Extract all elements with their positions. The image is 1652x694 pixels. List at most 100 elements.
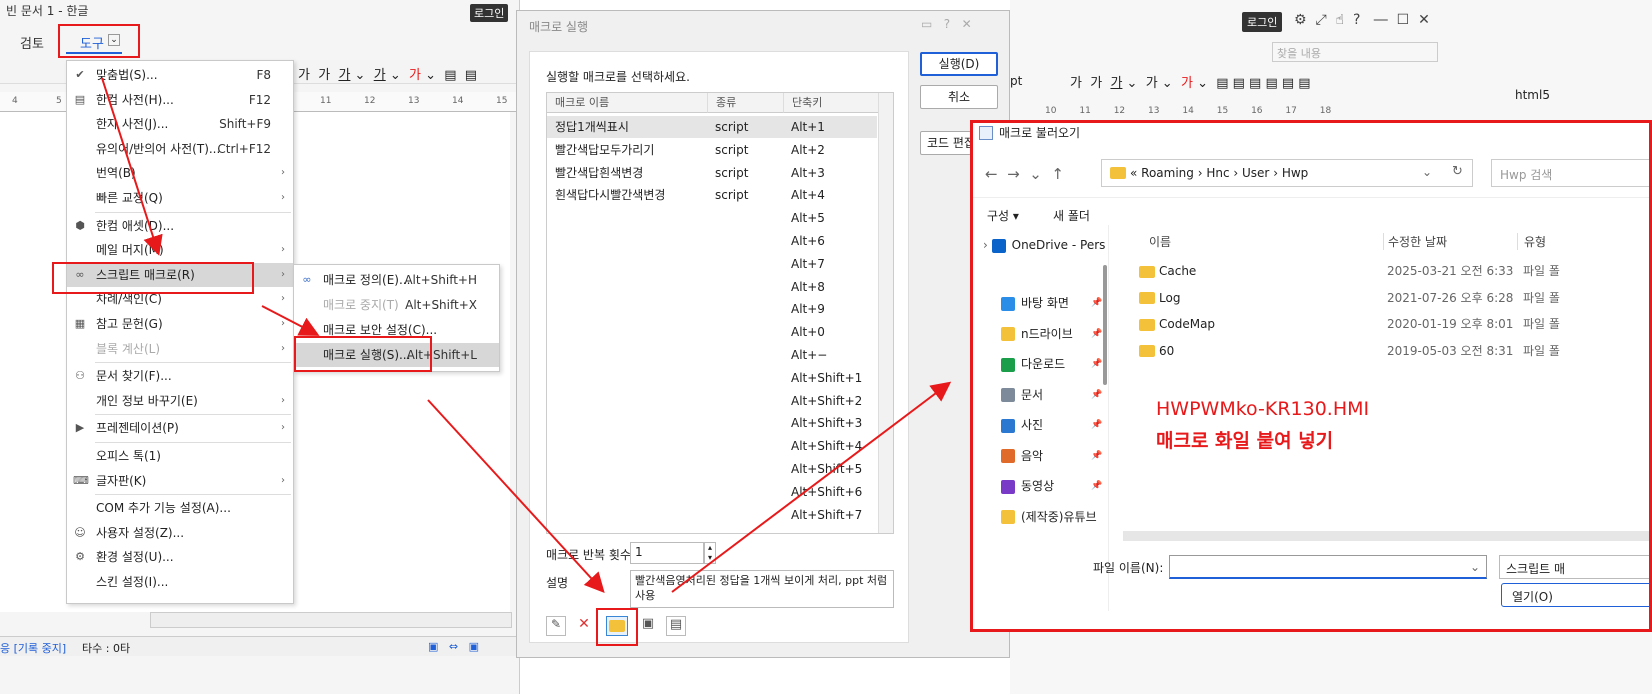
horizontal-scrollbar[interactable] — [150, 612, 512, 628]
menu-item-label: 번역(B) — [96, 166, 136, 181]
tab-review[interactable]: 검토 — [20, 33, 44, 52]
macro-row[interactable]: Alt+0 — [547, 321, 877, 343]
open-folder-icon[interactable] — [606, 616, 628, 636]
menu-item-4[interactable]: 번역(B) › — [67, 161, 293, 185]
macro-row[interactable]: Alt+6 — [547, 230, 877, 252]
macro-row[interactable]: Alt+5 — [547, 207, 877, 229]
macro-list-scrollbar[interactable] — [878, 93, 893, 533]
macro-row[interactable]: Alt+Shift+3 — [547, 412, 877, 434]
menu-item-7[interactable]: 메일 머지(M) › — [67, 238, 293, 262]
column-header-name[interactable]: 매크로 이름 — [547, 93, 707, 113]
menu-item-12[interactable]: ⚇ 문서 찾기(F)... — [67, 364, 293, 388]
menu-item-label: 메일 머지(M) — [96, 243, 164, 258]
dialog-window-controls[interactable]: ▭ ? ✕ — [921, 17, 972, 31]
macro-key-cell: Alt+Shift+2 — [791, 393, 863, 408]
text-style-buttons[interactable]: 가 가 가 ⌄ 가 ⌄ 가 ⌄ ▤ ▤ — [298, 64, 477, 83]
macro-row[interactable]: 흰색답다시빨간색변경 script Alt+4 — [547, 184, 877, 206]
app-title: 빈 문서 1 - 한글 — [6, 4, 89, 18]
menu-item-label: 스킨 설정(I)... — [96, 575, 169, 589]
macro-row[interactable]: Alt+− — [547, 344, 877, 366]
menu-item-5[interactable]: 빠른 교정(Q) › — [67, 186, 293, 210]
repeat-stepper[interactable]: ▴ ▾ — [704, 542, 716, 564]
macro-row[interactable]: Alt+Shift+4 — [547, 435, 877, 457]
menu-item-label: 글자판(K) — [96, 473, 147, 488]
submenu-item-0[interactable]: ∞ 매크로 정의(E)... Alt+Shift+H — [294, 268, 499, 292]
menu-item-label: 환경 설정(U)... — [96, 550, 174, 565]
macro-row[interactable]: 정답1개씩표시 script Alt+1 — [547, 116, 877, 138]
right-window-icons[interactable]: ⚙ ⤢ ☝ ? ― ☐ ✕ — [1294, 12, 1430, 28]
chevron-right-icon: › — [281, 342, 285, 354]
menu-item-14[interactable]: ▶ 프레젠테이션(P) › — [67, 416, 293, 440]
menu-item-16[interactable]: ⌨ 글자판(K) › — [67, 469, 293, 493]
macro-key-cell: Alt+Shift+7 — [791, 507, 863, 522]
menu-item-label: 개인 정보 바꾸기(E) — [96, 393, 198, 408]
cancel-button[interactable]: 취소 — [920, 85, 998, 109]
macro-key-cell: Alt+3 — [791, 165, 825, 180]
macro-row[interactable]: Alt+Shift+5 — [547, 458, 877, 480]
run-button[interactable]: 실행(D) — [920, 52, 998, 76]
menu-item-1[interactable]: ▤ 한컴 사전(H)... F12 — [67, 88, 293, 112]
save-icon[interactable]: ▣ — [638, 616, 658, 636]
macro-prompt: 실행할 매크로를 선택하세요. — [546, 70, 690, 84]
macro-key-cell: Alt+Shift+6 — [791, 484, 863, 499]
chevron-down-icon[interactable]: ⌄ — [108, 34, 120, 46]
macro-define-icon: ∞ — [302, 273, 312, 286]
menu-item-label: 사용자 설정(Z)... — [96, 525, 185, 540]
status-bar: 응 [기록 중지] 타수 : 0타 ▣ ⇔ ▣ — [0, 636, 520, 656]
macro-row[interactable]: Alt+Shift+6 — [547, 481, 877, 503]
chevron-right-icon: › — [281, 394, 285, 406]
macro-run-highlight — [294, 336, 432, 372]
menu-item-label: 맞춤법(S)... — [96, 68, 158, 82]
save-as-icon[interactable]: ▤ — [666, 616, 686, 636]
find-input[interactable]: 찾을 내용 — [1272, 42, 1438, 62]
menu-item-13[interactable]: 개인 정보 바꾸기(E) › — [67, 389, 293, 413]
edit-pencil-icon[interactable]: ✎ — [546, 616, 566, 636]
login-button[interactable]: 로그인 — [470, 4, 509, 22]
macro-row[interactable]: Alt+Shift+1 — [547, 367, 877, 389]
macro-key-cell: Alt+2 — [791, 142, 825, 157]
macro-row[interactable]: Alt+8 — [547, 276, 877, 298]
menu-item-17[interactable]: COM 추가 기능 설정(A)... — [67, 496, 293, 520]
description-field[interactable]: 빨간색음영처리된 정답을 1개씩 보이게 처리, ppt 처럼 사용 — [630, 570, 894, 608]
script-macro-highlight — [52, 262, 254, 294]
menu-item-label: COM 추가 기능 설정(A)... — [96, 501, 231, 516]
record-status[interactable]: 응 [기록 중지] — [0, 640, 66, 656]
delete-icon[interactable]: ✕ — [574, 616, 594, 636]
macro-row[interactable]: Alt+9 — [547, 298, 877, 320]
macro-row[interactable]: 빨간색답흰색변경 script Alt+3 — [547, 162, 877, 184]
menu-item-2[interactable]: 한자 사전(J)... Shift+F9 — [67, 112, 293, 136]
right-format-buttons[interactable]: 가 가 가 ⌄ 가 ⌄ 가 ⌄ ▤ ▤ ▤ ▤ ▤ ▤ — [1070, 72, 1311, 91]
html5-tab[interactable]: html5 — [1515, 88, 1550, 102]
chevron-right-icon: › — [281, 244, 285, 256]
view-mode-icons[interactable]: ▣ ⇔ ▣ — [428, 640, 479, 653]
macro-type-cell: script — [715, 165, 749, 180]
macro-row[interactable]: 빨간색답모두가리기 script Alt+2 — [547, 139, 877, 161]
macro-key-cell: Alt+9 — [791, 302, 825, 317]
menu-item-shortcut: Shift+F9 — [219, 117, 271, 132]
macro-row[interactable]: Alt+Shift+2 — [547, 390, 877, 412]
tab-tools[interactable]: 도구 — [80, 33, 104, 52]
macro-row[interactable]: Alt+Shift+7 — [547, 504, 877, 526]
column-header-type[interactable]: 종류 — [707, 93, 783, 113]
column-header-shortcut[interactable]: 단축키 — [783, 93, 879, 113]
menu-item-20[interactable]: 스킨 설정(I)... — [67, 570, 293, 594]
menu-item-19[interactable]: ⚙ 환경 설정(U)... — [67, 545, 293, 569]
annotation-filename: HWPWMko-KR130.HMI — [1156, 398, 1370, 420]
macro-key-cell: Alt+1 — [791, 120, 825, 134]
right-login-button[interactable]: 로그인 — [1242, 12, 1283, 32]
chevron-right-icon: › — [281, 474, 285, 486]
menu-item-15[interactable]: 오피스 톡(1) — [67, 444, 293, 468]
repeat-count-input[interactable]: 1 — [630, 542, 704, 564]
menu-item-3[interactable]: 유의어/반의어 사전(T)... Ctrl+F12 — [67, 137, 293, 161]
menu-item-18[interactable]: ☺ 사용자 설정(Z)... — [67, 521, 293, 545]
macro-key-cell: Alt+8 — [791, 279, 825, 294]
font-size-unit[interactable]: pt — [1010, 74, 1022, 88]
menu-item-0[interactable]: ✔ 맞춤법(S)... F8 — [67, 63, 293, 87]
menu-item-10[interactable]: ▦ 참고 문헌(G) › — [67, 312, 293, 336]
macro-type-cell: script — [715, 120, 749, 134]
dictionary-icon: ▤ — [74, 92, 86, 106]
macro-row[interactable]: Alt+7 — [547, 253, 877, 275]
menu-item-6[interactable]: ⬢ 한컴 애셋(D)... — [67, 214, 293, 238]
chevron-right-icon: › — [281, 192, 285, 203]
menu-item-label: 문서 찾기(F)... — [96, 369, 172, 384]
